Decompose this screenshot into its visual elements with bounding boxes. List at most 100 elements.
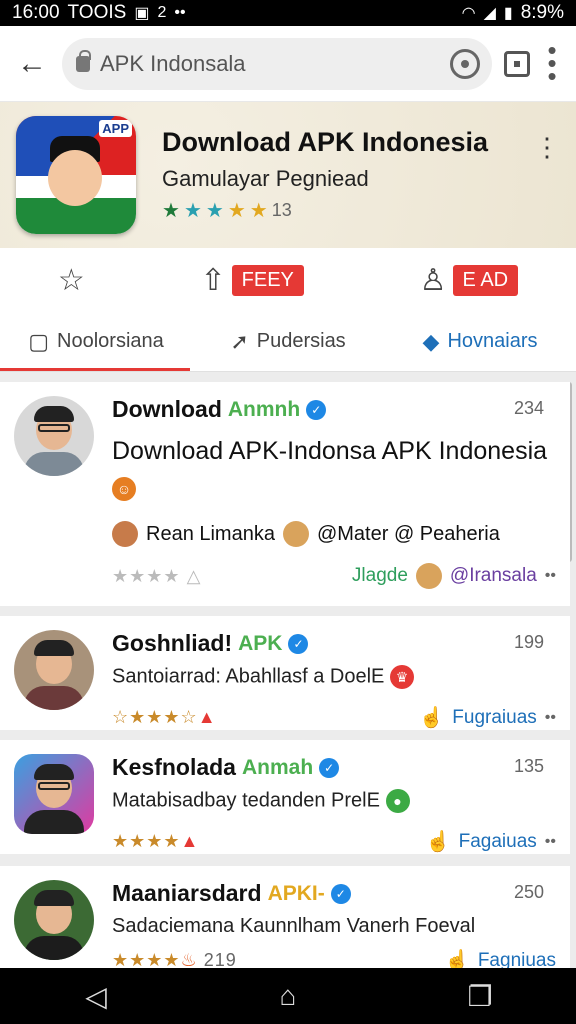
lock-icon	[76, 49, 91, 72]
rating-stars: ★★★★ △	[112, 565, 202, 586]
action-badge-1: FEEY	[231, 264, 304, 296]
avatar[interactable]	[14, 396, 94, 476]
rating-stars: ★★★★▲	[112, 831, 200, 851]
card-meta: ★★★★♨ 219 ☝ Fagniuas	[112, 948, 556, 969]
app-icon-tag: APP	[99, 120, 132, 137]
card-text-content: Matabisadbay tedanden PrelE	[112, 789, 380, 812]
star-icon: ★	[183, 200, 202, 222]
emoji-icon: ♛	[389, 665, 414, 689]
avatar[interactable]	[14, 630, 94, 710]
status-left: 16:00 TOOIS ▣ 2 ••	[12, 2, 186, 24]
more-dots-icon[interactable]: ••	[545, 709, 556, 727]
card-count: 199	[513, 632, 544, 652]
home-nav-icon[interactable]: ⌂	[258, 980, 318, 1012]
rating-value: 219	[203, 950, 237, 968]
tab-third[interactable]: ◆ Hovnaiars	[384, 312, 576, 371]
back-arrow-icon[interactable]: ←	[14, 47, 50, 81]
card-author[interactable]: Maaniarsdard	[112, 880, 262, 907]
search-icon[interactable]	[450, 48, 480, 79]
card-author[interactable]: Kesfnolada	[112, 754, 236, 781]
people-name[interactable]: Rean Limanka	[146, 523, 275, 546]
card-link[interactable]: Fagaiuas	[459, 831, 537, 853]
tab-first[interactable]: ▢ Noolorsiana	[0, 312, 192, 371]
card-link-1[interactable]: Jlagde	[352, 565, 408, 587]
card-body: Goshnliad! APK ✓ 199 Santoiarrad: Abahll…	[112, 630, 556, 729]
tab-label: Noolorsiana	[57, 330, 164, 352]
back-nav-icon[interactable]: ◁	[66, 980, 126, 1013]
card-link[interactable]: Fagniuas	[478, 950, 556, 969]
tabs-icon[interactable]	[504, 50, 530, 77]
card-text[interactable]: Santoiarrad: Abahllasf a DoelE ♛	[112, 665, 556, 689]
recents-nav-icon[interactable]: ❐	[450, 980, 510, 1013]
star-icon: ★	[227, 200, 246, 222]
card-headline[interactable]: Download APK-Indonsa APK Indonesia ☺	[112, 433, 556, 507]
feed[interactable]: Download Anmnh ✓ 234 Download APK-Indons…	[0, 372, 576, 968]
card-text[interactable]: Matabisadbay tedanden PrelE ●	[112, 789, 556, 813]
more-dots-icon[interactable]: ••	[545, 833, 556, 851]
feed-card[interactable]: Kesfnolada Anmah ✓ 135 Matabisadbay teda…	[0, 740, 570, 854]
up-arrow-icon: ⇧	[200, 263, 226, 297]
profile-action[interactable]: ♙ E AD	[420, 263, 519, 298]
card-author[interactable]: Goshnliad!	[112, 630, 232, 657]
tab-label: Pudersias	[256, 330, 346, 352]
card-meta: ★★★★▲ ☝ Fagaiuas ••	[112, 829, 556, 854]
upload-action[interactable]: ⇧ FEEY	[201, 263, 304, 298]
menu-icon[interactable]: • • •	[542, 37, 562, 89]
star-outline-icon: ☆	[57, 263, 85, 297]
avatar[interactable]	[14, 754, 94, 834]
favorite-action[interactable]: ☆	[58, 263, 85, 298]
avatar[interactable]	[14, 880, 94, 960]
document-icon: ▢	[28, 328, 50, 354]
navigation-bar: ◁ ⌂ ❐	[0, 968, 576, 1024]
rating-stars: ★★★★♨ 219	[112, 950, 237, 968]
url-bar[interactable]: APK Indonsala	[62, 37, 492, 90]
app-rating: ★ ★ ★ ★ ★ 13	[162, 198, 508, 223]
action-row: ☆ ⇧ FEEY ♙ E AD	[0, 248, 576, 312]
notification-icon: 2	[157, 4, 167, 21]
card-body: Download Anmnh ✓ 234 Download APK-Indons…	[112, 396, 556, 592]
share-icon: ➚	[230, 328, 249, 354]
hand-icon: ☝	[425, 831, 451, 853]
card-text[interactable]: Sadaciemana Kaunnlham Vanerh Foeval	[112, 915, 556, 938]
feed-card[interactable]: Download Anmnh ✓ 234 Download APK-Indons…	[0, 382, 570, 606]
tab-label: Hovnaiars	[447, 330, 538, 352]
emoji-icon: ☺	[112, 477, 136, 502]
app-header: APP Download APK Indonesia Gamulayar Peg…	[0, 102, 576, 248]
hand-icon: ☝	[444, 950, 470, 968]
card-link[interactable]: Fugraiuas	[452, 707, 537, 729]
card-link-2[interactable]: @Iransala	[450, 565, 537, 587]
more-dots-icon[interactable]: ••	[545, 567, 556, 585]
rating-stars: ☆★★★☆▲	[112, 707, 217, 727]
star-icon: ★	[162, 200, 180, 222]
star-icon: ★	[249, 200, 268, 222]
status-bar: 16:00 TOOIS ▣ 2 •• ◠ ◢ ▮ 8:9%	[0, 0, 576, 26]
card-headline-text: Download APK-Indonsa APK Indonesia	[112, 437, 548, 465]
feed-card[interactable]: Goshnliad! APK ✓ 199 Santoiarrad: Abahll…	[0, 616, 570, 730]
verified-icon: ✓	[330, 883, 351, 904]
more-notifications-icon: ••	[174, 4, 186, 21]
url-text[interactable]: APK Indonsala	[100, 51, 440, 77]
verified-icon: ✓	[319, 757, 340, 778]
card-meta: ☆★★★☆▲ ☝ Fugraiuas ••	[112, 705, 556, 730]
status-tag: TOOIS	[67, 2, 127, 23]
wifi-icon: ◠	[461, 5, 476, 22]
mini-avatar	[282, 521, 309, 547]
app-info: Download APK Indonesia Gamulayar Pegniea…	[162, 127, 508, 223]
card-author[interactable]: Download	[112, 396, 222, 423]
image-icon: ▣	[134, 5, 150, 22]
tab-second[interactable]: ➚ Pudersias	[192, 312, 384, 371]
hand-icon: ☝	[419, 707, 445, 729]
feed-card[interactable]: Maaniarsdard APKI- ✓ 250 Sadaciemana Kau…	[0, 866, 570, 968]
card-meta: ★★★★ △ Jlagde @Iransala ••	[112, 563, 556, 589]
battery-icon: ▮	[503, 5, 513, 22]
people-mention[interactable]: @Mater @ Peaheria	[317, 523, 500, 546]
card-count: 250	[513, 882, 544, 902]
mini-avatar	[415, 563, 442, 589]
card-tag: Anmnh	[227, 397, 301, 421]
tab-bar: ▢ Noolorsiana ➚ Pudersias ◆ Hovnaiars	[0, 312, 576, 372]
card-body: Kesfnolada Anmah ✓ 135 Matabisadbay teda…	[112, 754, 556, 853]
card-count: 234	[513, 398, 544, 418]
card-body: Maaniarsdard APKI- ✓ 250 Sadaciemana Kau…	[112, 880, 556, 968]
app-icon[interactable]: APP	[16, 116, 136, 234]
more-vert-icon[interactable]: ⋮	[534, 132, 560, 163]
